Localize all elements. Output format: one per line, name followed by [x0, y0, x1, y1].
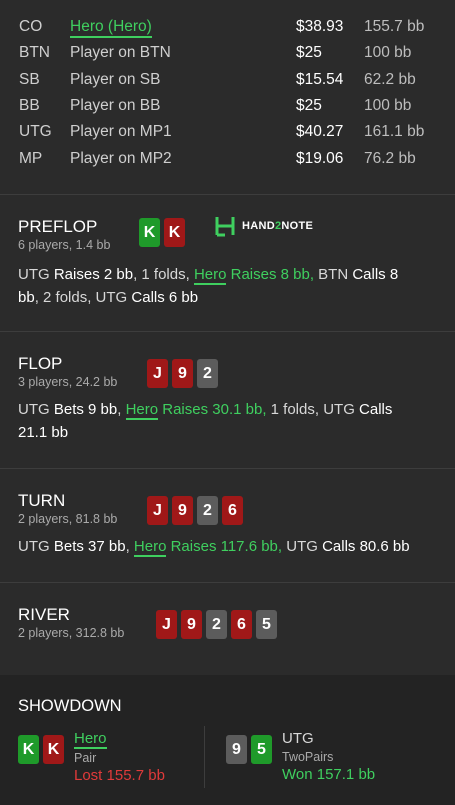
card: 9: [172, 496, 193, 525]
player-name: Player on BB: [70, 97, 161, 115]
card: K: [43, 735, 64, 764]
card: 9: [226, 735, 247, 764]
player-stack-bb: 100 bb: [364, 97, 412, 115]
player-name: Player on MP2: [70, 149, 172, 167]
player-row: UTG Player on MP1 $40.27 161.1 bb: [0, 119, 455, 145]
card: K: [164, 218, 185, 247]
street-pot: 3 players, 24.2 bb: [18, 375, 118, 389]
card: K: [139, 218, 160, 247]
card: 6: [222, 496, 243, 525]
hero-link[interactable]: Hero: [133, 538, 167, 557]
hand-rank: Pair: [74, 751, 97, 765]
player-name[interactable]: Hero (Hero): [70, 18, 296, 39]
player-stack: $15.54: [296, 70, 344, 88]
board-cards: J 9 2 6 5: [156, 610, 277, 639]
street-pot: 6 players, 1.4 bb: [18, 238, 111, 252]
showdown-title: SHOWDOWN: [18, 697, 122, 715]
player-stack: $25: [296, 97, 322, 115]
card: 9: [181, 610, 202, 639]
street-preflop: PREFLOP 6 players, 1.4 bb K K HAND2NOTE …: [0, 195, 455, 331]
player-row: BTN Player on BTN $25 100 bb: [0, 40, 455, 66]
result-won: Won 157.1 bb: [282, 766, 376, 783]
players-table: CO Hero (Hero) $38.93 155.7 bb BTN Playe…: [0, 0, 455, 194]
player-position: UTG: [19, 123, 52, 141]
player-stack-bb: 62.2 bb: [364, 70, 416, 88]
hero-link[interactable]: Hero: [125, 401, 159, 420]
hero-link[interactable]: Hero: [74, 731, 107, 749]
showdown-villain: 9 5 UTG TwoPairs Won 157.1 bb: [226, 730, 375, 785]
player-stack: $40.27: [296, 123, 344, 141]
card: 2: [197, 496, 218, 525]
card: 2: [197, 359, 218, 388]
player-name: Player on SB: [70, 70, 161, 88]
result-lost: Lost 155.7 bb: [74, 767, 165, 784]
board-cards: J 9 2: [147, 359, 218, 388]
showdown-hero: K K Hero Pair Lost 155.7 bb: [18, 730, 226, 785]
player-row: CO Hero (Hero) $38.93 155.7 bb: [0, 14, 455, 40]
card: 5: [251, 735, 272, 764]
player-name: UTG: [282, 730, 314, 747]
hero-hole-cards: K K: [18, 735, 64, 764]
player-name: Player on MP1: [70, 123, 172, 141]
player-position: SB: [19, 70, 40, 88]
street-actions: UTG Bets 9 bb, Hero Raises 30.1 bb, 1 fo…: [18, 401, 393, 441]
street-actions: UTG Bets 37 bb, Hero Raises 117.6 bb, UT…: [18, 538, 410, 557]
street-flop: FLOP 3 players, 24.2 bb J 9 2 UTG Bets 9…: [0, 332, 455, 468]
card: 9: [172, 359, 193, 388]
street-title: RIVER: [18, 605, 70, 624]
street-actions: UTG Raises 2 bb, 1 folds, Hero Raises 8 …: [18, 266, 399, 306]
street-river: RIVER 2 players, 312.8 bb J 9 2 6 5: [0, 583, 455, 675]
player-stack-bb: 100 bb: [364, 44, 412, 62]
player-name: Player on BTN: [70, 44, 171, 62]
street-turn: TURN 2 players, 81.8 bb J 9 2 6 UTG Bets…: [0, 469, 455, 582]
card: J: [147, 496, 168, 525]
board-cards: J 9 2 6: [147, 496, 243, 525]
showdown-section: SHOWDOWN K K Hero Pair Lost 155.7 bb 9 5: [0, 675, 455, 805]
hand-rank: TwoPairs: [282, 750, 334, 764]
player-stack: $19.06: [296, 149, 344, 167]
hand2note-logo-text: HAND2NOTE: [242, 220, 314, 232]
street-pot: 2 players, 81.8 bb: [18, 512, 118, 526]
card: J: [156, 610, 177, 639]
hand2note-logo-icon: [215, 217, 235, 237]
hand2note-logo: HAND2NOTE: [214, 215, 313, 237]
player-stack: $25: [296, 44, 322, 62]
villain-hole-cards: 9 5: [226, 735, 272, 764]
player-stack-bb: 76.2 bb: [364, 149, 416, 167]
player-position: BB: [19, 97, 40, 115]
street-title: TURN: [18, 491, 66, 510]
player-row: BB Player on BB $25 100 bb: [0, 93, 455, 119]
card: J: [147, 359, 168, 388]
card: 5: [256, 610, 277, 639]
player-row: SB Player on SB $15.54 62.2 bb: [0, 67, 455, 93]
player-row: MP Player on MP2 $19.06 76.2 bb: [0, 145, 455, 171]
hero-hole-cards: K K: [139, 218, 185, 247]
street-title: FLOP: [18, 354, 63, 373]
card: 2: [206, 610, 227, 639]
street-pot: 2 players, 312.8 bb: [18, 626, 125, 640]
player-stack-bb: 161.1 bb: [364, 123, 425, 141]
hero-link[interactable]: Hero: [193, 266, 227, 285]
street-title: PREFLOP: [18, 217, 98, 236]
player-stack-bb: 155.7 bb: [364, 18, 425, 36]
player-position: CO: [19, 18, 43, 36]
divider: [204, 726, 205, 788]
player-stack: $38.93: [296, 18, 344, 36]
hand-history-panel: CO Hero (Hero) $38.93 155.7 bb BTN Playe…: [0, 0, 455, 805]
card: 6: [231, 610, 252, 639]
player-position: MP: [19, 149, 43, 167]
card: K: [18, 735, 39, 764]
player-position: BTN: [19, 44, 50, 62]
